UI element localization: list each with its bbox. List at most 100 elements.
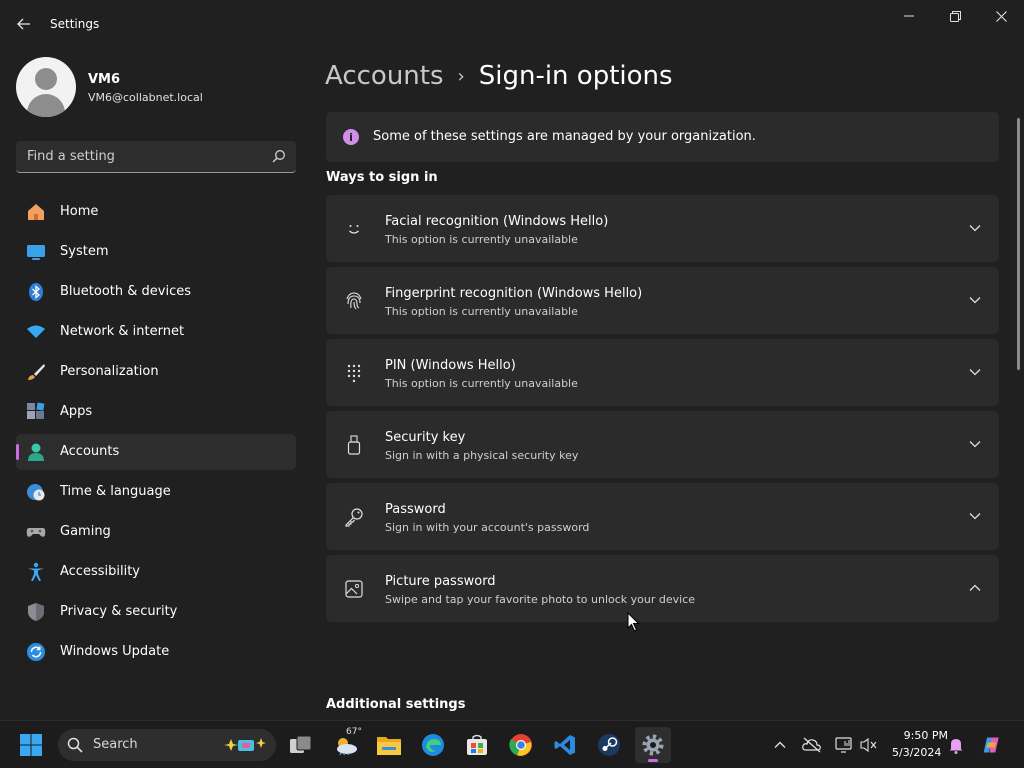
card-title: Facial recognition (Windows Hello) <box>385 214 609 229</box>
steam-icon <box>598 734 620 756</box>
settings-taskbar-button[interactable] <box>635 727 671 763</box>
restore-button[interactable] <box>932 0 978 32</box>
chevron-down-icon[interactable] <box>965 290 985 310</box>
card-title: Security key <box>385 430 466 445</box>
taskbar-clock-time[interactable]: 9:50 PM <box>892 729 948 742</box>
card-title: Password <box>385 502 446 517</box>
sidebar-item-personalization[interactable]: Personalization <box>16 354 296 390</box>
sidebar-item-accounts[interactable]: Accounts <box>16 434 296 470</box>
chevron-down-icon[interactable] <box>965 434 985 454</box>
accessibility-icon <box>26 562 46 582</box>
face-icon <box>343 218 365 240</box>
clock-globe-icon <box>26 482 46 502</box>
sidebar-item-label: Time & language <box>60 484 171 499</box>
network-tray-button[interactable] <box>834 735 854 755</box>
breadcrumb-chevron-icon: › <box>457 65 465 87</box>
pin-keypad-icon <box>343 362 365 384</box>
chevron-down-icon[interactable] <box>965 362 985 382</box>
chevron-up-icon <box>774 741 786 748</box>
wifi-icon <box>26 322 46 342</box>
task-view-icon <box>290 735 312 753</box>
sidebar-item-label: Network & internet <box>60 324 185 339</box>
app-title: Settings <box>50 17 100 31</box>
sidebar-item-label: Bluetooth & devices <box>60 284 191 299</box>
sidebar-item-bluetooth[interactable]: Bluetooth & devices <box>16 274 296 310</box>
steam-button[interactable] <box>591 727 627 763</box>
close-button[interactable] <box>978 0 1024 32</box>
store-button[interactable] <box>459 727 495 763</box>
breadcrumb: Accounts › Sign-in options <box>325 58 673 94</box>
start-windows-icon[interactable] <box>19 733 43 757</box>
update-icon <box>26 642 46 662</box>
sidebar-item-label: Personalization <box>60 364 159 379</box>
file-explorer-button[interactable] <box>371 727 407 763</box>
sidebar-item-home[interactable]: Home <box>16 194 296 230</box>
copilot-button[interactable] <box>982 735 1002 755</box>
avatar <box>16 57 76 117</box>
edge-button[interactable] <box>415 727 451 763</box>
chrome-button[interactable] <box>503 727 539 763</box>
user-profile[interactable]: VM6 VM6@collabnet.local <box>16 57 296 119</box>
sidebar-item-label: Home <box>60 204 99 219</box>
sidebar-item-windows-update[interactable]: Windows Update <box>16 634 296 670</box>
task-view-button[interactable] <box>283 727 319 763</box>
settings-search-input[interactable] <box>16 141 266 172</box>
card-title: Picture password <box>385 574 496 589</box>
sidebar-item-apps[interactable]: Apps <box>16 394 296 430</box>
sidebar-item-system[interactable]: System <box>16 234 296 270</box>
notifications-button[interactable] <box>946 735 966 755</box>
taskbar-clock-date[interactable]: 5/3/2024 <box>892 746 941 759</box>
store-icon <box>467 734 487 755</box>
avatar-head <box>35 68 57 90</box>
signin-option-picture-password[interactable]: Picture password Swipe and tap your favo… <box>326 555 999 622</box>
usb-key-icon <box>343 434 365 456</box>
sidebar-item-privacy-security[interactable]: Privacy & security <box>16 594 296 630</box>
card-subtitle: Sign in with a physical security key <box>385 449 579 462</box>
search-highlight-art-icon <box>224 738 266 751</box>
weather-temperature: 67° <box>346 727 362 737</box>
vscode-icon <box>554 735 575 755</box>
page-title: Sign-in options <box>478 61 673 91</box>
minimize-button[interactable] <box>886 0 932 32</box>
cloud-offline-icon <box>802 737 821 753</box>
gamepad-icon <box>26 522 46 542</box>
sidebar-item-network[interactable]: Network & internet <box>16 314 296 350</box>
sidebar-nav: Home System Bluetooth & devices Network … <box>16 194 296 674</box>
signin-option-facial-recognition[interactable]: Facial recognition (Windows Hello) This … <box>326 195 999 262</box>
chevron-up-icon[interactable] <box>965 578 985 598</box>
accounts-icon <box>26 442 46 462</box>
weather-icon <box>337 738 357 756</box>
vscode-button[interactable] <box>547 727 583 763</box>
sidebar-item-gaming[interactable]: Gaming <box>16 514 296 550</box>
sidebar-item-accessibility[interactable]: Accessibility <box>16 554 296 590</box>
breadcrumb-parent[interactable]: Accounts <box>325 61 444 91</box>
volume-tray-button[interactable] <box>859 735 879 755</box>
back-button[interactable] <box>10 12 38 36</box>
signin-option-security-key[interactable]: Security key Sign in with a physical sec… <box>326 411 999 478</box>
sidebar-item-time-language[interactable]: Time & language <box>16 474 296 510</box>
signin-option-pin[interactable]: PIN (Windows Hello) This option is curre… <box>326 339 999 406</box>
home-icon <box>26 202 46 222</box>
notification-bell-icon <box>949 739 963 754</box>
info-icon: i <box>343 129 359 145</box>
shield-icon <box>26 602 46 622</box>
taskbar-search[interactable]: Search <box>58 729 276 761</box>
chrome-icon <box>509 734 532 756</box>
show-hidden-icons-button[interactable] <box>770 735 790 755</box>
file-explorer-icon <box>377 737 401 755</box>
signin-option-password[interactable]: Password Sign in with your account's pas… <box>326 483 999 550</box>
restore-icon <box>949 10 961 22</box>
onedrive-tray-button[interactable] <box>802 735 822 755</box>
search-icon[interactable] <box>272 149 286 163</box>
sidebar-item-label: Gaming <box>60 524 111 539</box>
taskbar-search-label: Search <box>93 737 138 752</box>
signin-option-fingerprint[interactable]: Fingerprint recognition (Windows Hello) … <box>326 267 999 334</box>
settings-search-box[interactable] <box>16 141 296 173</box>
chevron-down-icon[interactable] <box>965 506 985 526</box>
chevron-down-icon[interactable] <box>965 218 985 238</box>
sidebar-item-label: Privacy & security <box>60 604 178 619</box>
main-scrollbar[interactable] <box>1017 118 1020 370</box>
picture-icon <box>343 578 365 600</box>
volume-muted-icon <box>860 737 877 753</box>
sidebar-item-label: Windows Update <box>60 644 170 659</box>
